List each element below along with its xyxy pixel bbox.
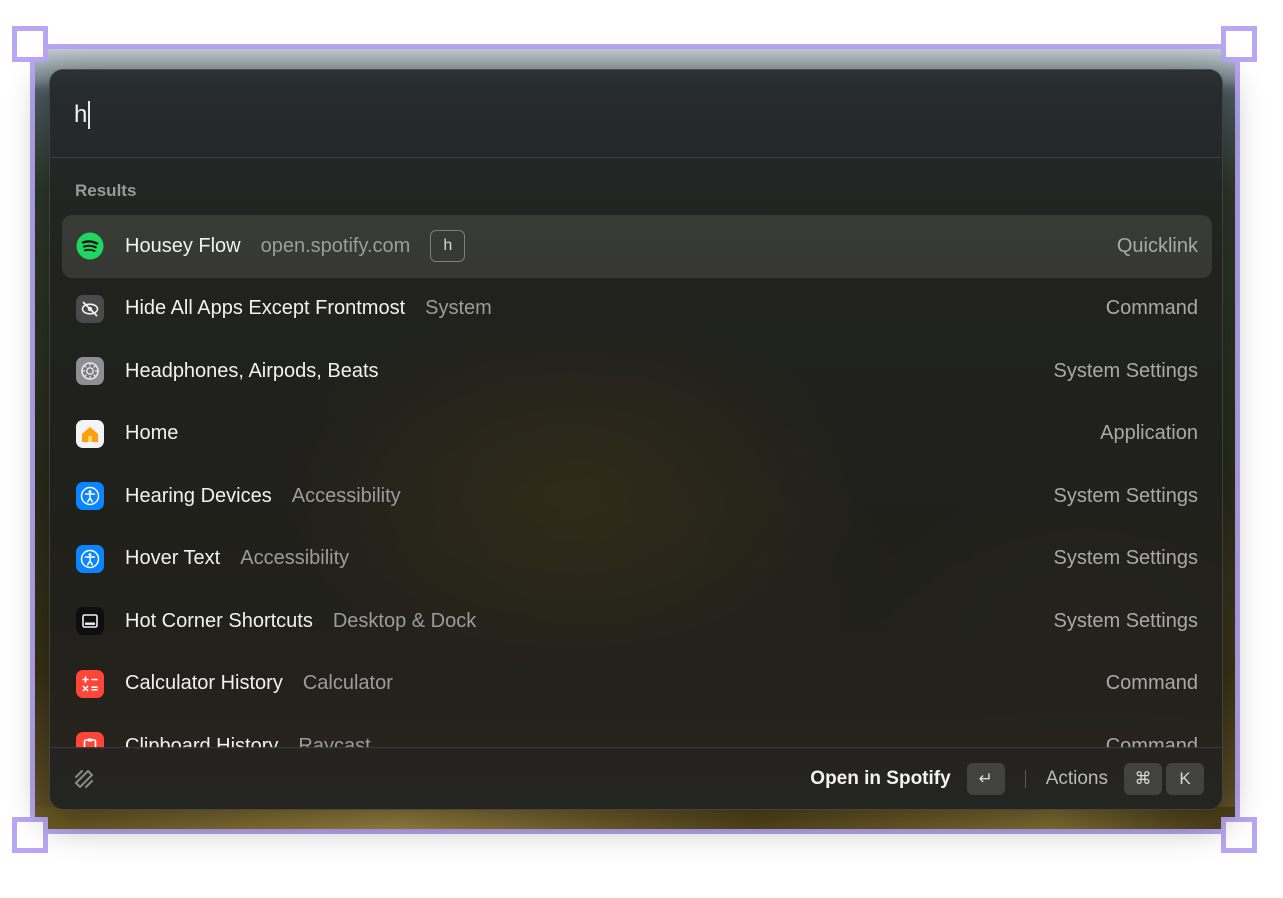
item-title: Hover Text bbox=[125, 547, 221, 570]
item-subtitle: open.spotify.com bbox=[260, 234, 411, 257]
resize-handle-top-right[interactable] bbox=[1221, 26, 1257, 62]
results-list: Housey Flow open.spotify.com h Quicklink… bbox=[62, 215, 1212, 749]
item-title: Home bbox=[125, 422, 179, 445]
dock-icon bbox=[76, 607, 104, 636]
accessibility-icon bbox=[76, 482, 104, 511]
calculator-icon bbox=[76, 669, 104, 698]
item-title: Housey Flow bbox=[125, 234, 241, 257]
item-type: Quicklink bbox=[1116, 234, 1198, 257]
item-title: Headphones, Airpods, Beats bbox=[125, 359, 379, 382]
resize-handle-top-left[interactable] bbox=[12, 26, 48, 62]
resize-handle-bottom-right[interactable] bbox=[1221, 817, 1257, 853]
item-type: System Settings bbox=[1053, 359, 1198, 382]
command-key-icon[interactable]: ⌘ bbox=[1124, 763, 1162, 795]
list-item-clipboard-history[interactable]: Clipboard History Raycast Command bbox=[62, 715, 1212, 749]
raycast-logo-icon[interactable] bbox=[70, 765, 98, 793]
item-subtitle: System bbox=[425, 297, 492, 320]
item-type: Command bbox=[1105, 297, 1198, 320]
item-subtitle: Calculator bbox=[302, 672, 393, 695]
item-type: System Settings bbox=[1053, 609, 1198, 632]
divider bbox=[1024, 770, 1026, 788]
list-item-calculator-history[interactable]: Calculator History Calculator Command bbox=[62, 653, 1212, 716]
list-item-hot-corner-shortcuts[interactable]: Hot Corner Shortcuts Desktop & Dock Syst… bbox=[62, 590, 1212, 653]
text-caret bbox=[88, 101, 90, 129]
list-item-hover-text[interactable]: Hover Text Accessibility System Settings bbox=[62, 528, 1212, 591]
item-subtitle: Desktop & Dock bbox=[332, 609, 477, 632]
list-item-headphones[interactable]: Headphones, Airpods, Beats System Settin… bbox=[62, 340, 1212, 403]
home-app-icon bbox=[76, 419, 104, 448]
item-title: Calculator History bbox=[125, 672, 283, 695]
item-title: Hide All Apps Except Frontmost bbox=[125, 297, 406, 320]
actions-label[interactable]: Actions bbox=[1046, 768, 1108, 790]
search-input[interactable] bbox=[74, 98, 874, 132]
item-type: System Settings bbox=[1053, 484, 1198, 507]
launcher-window: Results Housey Flow open.spotify.com h Q… bbox=[49, 69, 1223, 810]
list-item-home[interactable]: Home Application bbox=[62, 403, 1212, 466]
primary-action-label[interactable]: Open in Spotify bbox=[810, 768, 950, 790]
list-item-hide-all-apps[interactable]: Hide All Apps Except Frontmost System Co… bbox=[62, 278, 1212, 341]
settings-gear-icon bbox=[76, 357, 104, 386]
list-item-housey-flow[interactable]: Housey Flow open.spotify.com h Quicklink bbox=[62, 215, 1212, 278]
item-alias-badge: h bbox=[430, 230, 466, 263]
results-section-title: Results bbox=[75, 181, 137, 200]
item-subtitle: Accessibility bbox=[291, 484, 401, 507]
item-subtitle: Accessibility bbox=[240, 547, 350, 570]
action-bar: Open in Spotify ↵ Actions ⌘ K bbox=[50, 747, 1222, 809]
spotify-icon bbox=[76, 232, 104, 260]
list-item-hearing-devices[interactable]: Hearing Devices Accessibility System Set… bbox=[62, 465, 1212, 528]
item-type: Application bbox=[1100, 422, 1198, 445]
item-type: System Settings bbox=[1053, 547, 1198, 570]
resize-handle-bottom-left[interactable] bbox=[12, 817, 48, 853]
eye-slash-icon bbox=[76, 294, 104, 323]
item-title: Hot Corner Shortcuts bbox=[125, 609, 313, 632]
search-bar bbox=[50, 70, 1222, 158]
return-key-icon[interactable]: ↵ bbox=[966, 763, 1005, 795]
item-type: Command bbox=[1105, 672, 1198, 695]
k-key[interactable]: K bbox=[1166, 763, 1204, 795]
item-title: Hearing Devices bbox=[125, 484, 272, 507]
accessibility-icon bbox=[76, 544, 104, 573]
action-shortcuts: Open in Spotify ↵ Actions ⌘ K bbox=[810, 748, 1204, 809]
